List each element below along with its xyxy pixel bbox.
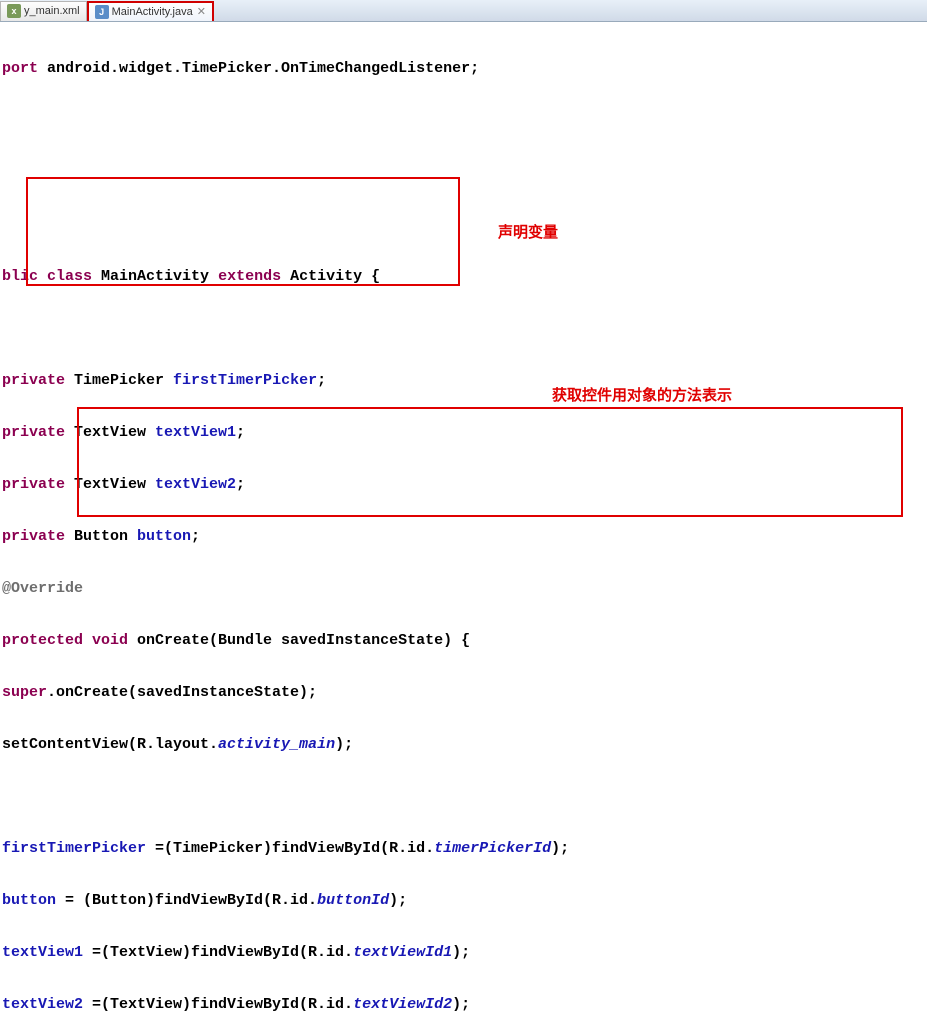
code-token: .onCreate(savedInstanceState);	[47, 680, 317, 706]
code-token: private	[2, 420, 74, 446]
annotation-get-controls: 获取控件用对象的方法表示	[552, 383, 732, 409]
code-token: protected	[2, 628, 92, 654]
code-token: blic	[2, 264, 47, 290]
code-token: android.widget.TimePicker.OnTimeChangedL…	[47, 56, 479, 82]
close-icon[interactable]: ✕	[197, 5, 206, 18]
code-token: TextView	[74, 472, 155, 498]
code-token: class	[47, 264, 101, 290]
code-token: ;	[317, 368, 326, 394]
code-token: textView1	[155, 420, 236, 446]
code-token: firstTimerPicker	[2, 836, 146, 862]
code-token: Button	[74, 524, 137, 550]
code-token: ;	[236, 420, 245, 446]
code-token: =(TimePicker)findViewById(R.id.	[146, 836, 434, 862]
code-token: void	[92, 628, 137, 654]
tab-java[interactable]: J MainActivity.java ✕	[87, 1, 214, 21]
code-token: TextView	[74, 420, 155, 446]
tab-bar: x y_main.xml J MainActivity.java ✕	[0, 0, 927, 22]
code-token: );	[389, 888, 407, 914]
code-token: );	[335, 732, 353, 758]
code-token: TimePicker	[74, 368, 173, 394]
code-token: =(TextView)findViewById(R.id.	[83, 940, 353, 966]
xml-file-icon: x	[7, 4, 21, 18]
code-token: textViewId1	[353, 940, 452, 966]
code-token: private	[2, 368, 74, 394]
code-token: button	[2, 888, 56, 914]
code-token: private	[2, 524, 74, 550]
code-token: Activity {	[290, 264, 380, 290]
code-token: firstTimerPicker	[173, 368, 317, 394]
code-token: port	[2, 56, 47, 82]
code-token: textView2	[2, 992, 83, 1018]
tab-label-xml: y_main.xml	[24, 5, 80, 17]
annotation-declare-variables: 声明变量	[498, 220, 558, 246]
code-token: onCreate(Bundle savedInstanceState) {	[137, 628, 470, 654]
code-token: MainActivity	[101, 264, 218, 290]
code-token: ;	[191, 524, 200, 550]
code-token: setContentView(R.layout.	[2, 732, 218, 758]
code-token: private	[2, 472, 74, 498]
code-token: buttonId	[317, 888, 389, 914]
java-file-icon: J	[95, 5, 109, 19]
code-token: timerPickerId	[434, 836, 551, 862]
code-token: textView2	[155, 472, 236, 498]
code-token: super	[2, 680, 47, 706]
code-token: extends	[218, 264, 290, 290]
code-editor[interactable]: port android.widget.TimePicker.OnTimeCha…	[0, 22, 927, 1018]
code-token: );	[551, 836, 569, 862]
code-token: activity_main	[218, 732, 335, 758]
tab-xml[interactable]: x y_main.xml	[0, 1, 87, 21]
code-token: =(TextView)findViewById(R.id.	[83, 992, 353, 1018]
code-token: button	[137, 524, 191, 550]
code-token: textView1	[2, 940, 83, 966]
code-token: ;	[236, 472, 245, 498]
code-token: );	[452, 992, 470, 1018]
code-token: @Override	[2, 576, 83, 602]
code-token: );	[452, 940, 470, 966]
code-token: textViewId2	[353, 992, 452, 1018]
tab-label-java: MainActivity.java	[112, 6, 193, 18]
code-token: = (Button)findViewById(R.id.	[56, 888, 317, 914]
